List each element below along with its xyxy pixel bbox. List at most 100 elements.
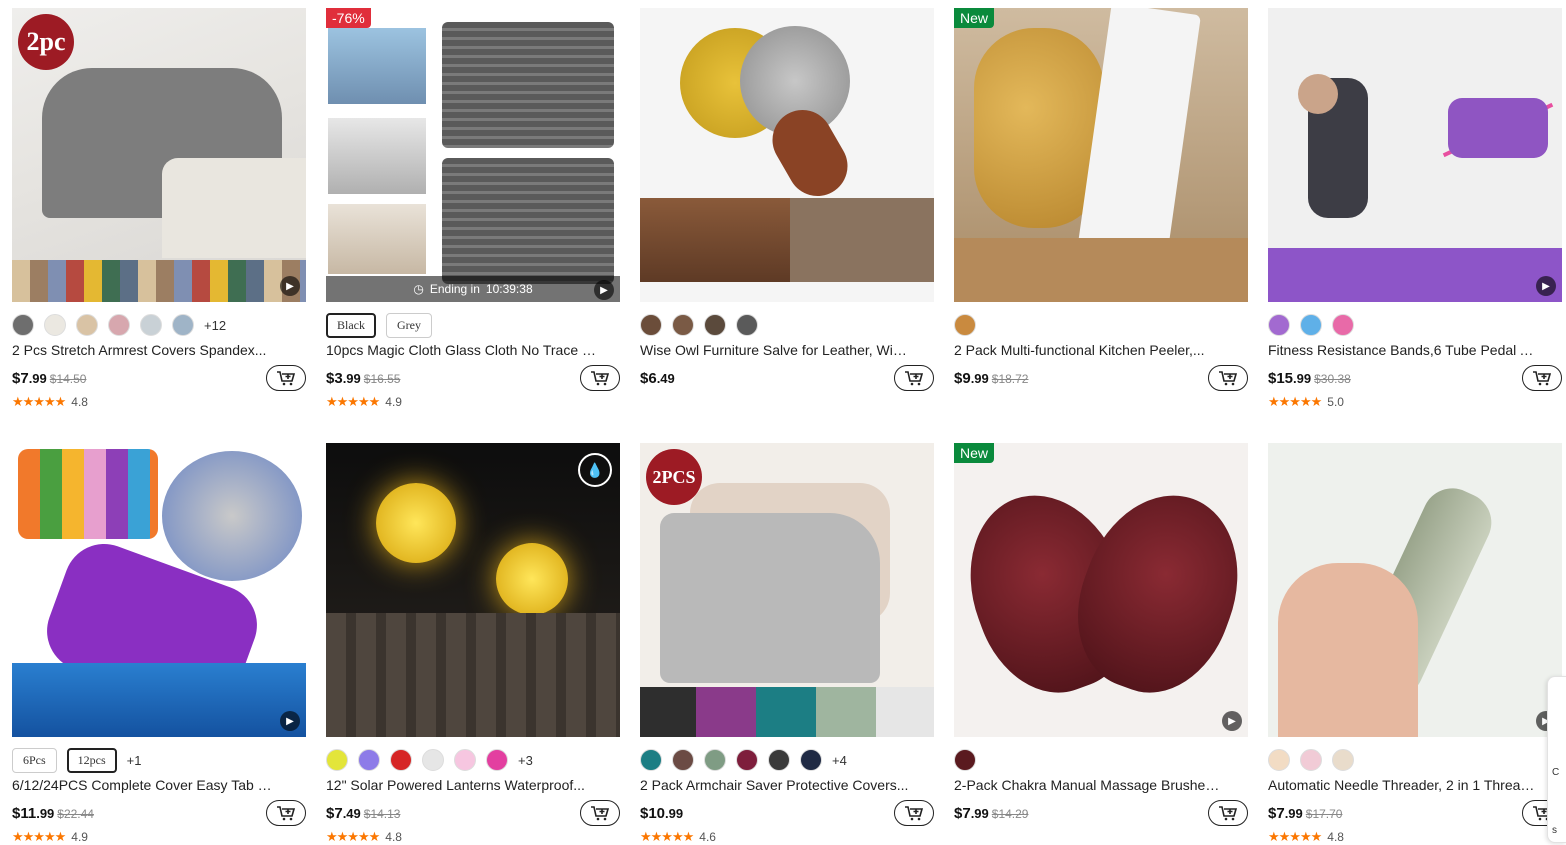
play-icon[interactable]: ▶ [594, 280, 614, 300]
color-swatch[interactable] [672, 314, 694, 336]
variant-chip-black[interactable]: Black [326, 312, 376, 338]
play-icon[interactable]: ▶ [1222, 711, 1242, 731]
more-options-count[interactable]: +12 [204, 318, 226, 333]
color-swatches: +3 [326, 745, 620, 775]
color-swatch[interactable] [172, 314, 194, 336]
color-swatch[interactable] [704, 749, 726, 771]
color-swatches [954, 745, 1248, 775]
product-image[interactable]: -76% ◷ Ending in 10:39:38 ▶ [326, 8, 620, 302]
color-swatch[interactable] [76, 314, 98, 336]
more-options-count[interactable]: +4 [832, 753, 847, 768]
color-swatch[interactable] [140, 314, 162, 336]
color-swatch[interactable] [704, 314, 726, 336]
color-swatch[interactable] [800, 749, 822, 771]
countdown-bar: ◷ Ending in 10:39:38 [326, 276, 620, 302]
product-title[interactable]: Automatic Needle Threader, 2 in 1 Thread… [1268, 777, 1538, 793]
add-to-cart-button[interactable] [580, 365, 620, 391]
color-swatches [640, 310, 934, 340]
product-card[interactable]: New ▶ 2-Pack Chakra Manual Massage Brush… [954, 443, 1248, 827]
color-swatch[interactable] [326, 749, 348, 771]
product-title[interactable]: Fitness Resistance Bands,6 Tube Pedal An… [1268, 342, 1538, 358]
color-swatch[interactable] [108, 314, 130, 336]
color-swatch[interactable] [672, 749, 694, 771]
color-swatch[interactable] [640, 749, 662, 771]
color-swatch[interactable] [736, 314, 758, 336]
add-to-cart-button[interactable] [1208, 800, 1248, 826]
more-options-count[interactable]: +1 [127, 753, 142, 768]
color-swatches [1268, 310, 1562, 340]
product-image[interactable]: New [954, 8, 1248, 302]
color-swatch[interactable] [768, 749, 790, 771]
add-to-cart-button[interactable] [266, 800, 306, 826]
product-card[interactable]: 2PCS +4 2 Pack Armchair Saver Protective… [640, 443, 934, 845]
product-card[interactable]: New 2 Pack Multi-functional Kitchen Peel… [954, 8, 1248, 392]
original-price: $16.55 [363, 371, 401, 386]
variant-chip-6pcs[interactable]: 6Pcs [12, 747, 57, 773]
product-image[interactable]: New ▶ [954, 443, 1248, 737]
color-swatch[interactable] [954, 314, 976, 336]
price: $7.49 $14.13 [326, 804, 401, 822]
color-swatch[interactable] [422, 749, 444, 771]
product-image[interactable]: ▶ [1268, 443, 1562, 737]
product-image[interactable]: ▶ [1268, 8, 1562, 302]
add-to-cart-button[interactable] [1522, 365, 1562, 391]
product-title[interactable]: Wise Owl Furniture Salve for Leather, Wi… [640, 342, 910, 358]
color-swatch[interactable] [1332, 314, 1354, 336]
product-title[interactable]: 2 Pcs Stretch Armrest Covers Spandex... [12, 342, 282, 358]
product-title[interactable]: 2-Pack Chakra Manual Massage Brushes –..… [954, 777, 1224, 793]
product-image[interactable]: 2PCS [640, 443, 934, 737]
product-title[interactable]: 12" Solar Powered Lanterns Waterproof... [326, 777, 596, 793]
product-image[interactable] [640, 8, 934, 302]
add-to-cart-button[interactable] [894, 800, 934, 826]
floating-side-widget[interactable]: C s [1547, 676, 1566, 843]
color-swatches [1268, 745, 1562, 775]
color-swatch[interactable] [1268, 314, 1290, 336]
color-swatch[interactable] [736, 749, 758, 771]
variant-chip-grey[interactable]: Grey [386, 312, 432, 338]
product-card[interactable]: ▶ Fitness Resistance Bands,6 Tube Pedal … [1268, 8, 1562, 410]
product-card[interactable]: 💧 +3 12" Solar Powered Lanterns Waterpro… [326, 443, 620, 845]
product-image[interactable]: 💧 [326, 443, 620, 737]
color-swatches: +12 [12, 310, 306, 340]
color-swatch[interactable] [1332, 749, 1354, 771]
product-card[interactable]: 2pc ▶ +12 2 Pcs Stretch Armrest Covers S… [12, 8, 306, 410]
play-icon[interactable]: ▶ [280, 711, 300, 731]
add-to-cart-button[interactable] [1208, 365, 1248, 391]
play-icon[interactable]: ▶ [1536, 276, 1556, 296]
color-swatch[interactable] [1268, 749, 1290, 771]
product-card[interactable]: ▶ Automatic Needle Threader, 2 in 1 Thre… [1268, 443, 1562, 845]
product-title[interactable]: 2 Pack Multi-functional Kitchen Peeler,.… [954, 342, 1224, 358]
color-swatch[interactable] [1300, 749, 1322, 771]
clock-icon: ◷ [413, 282, 424, 296]
color-swatch[interactable] [44, 314, 66, 336]
product-image[interactable]: ▶ [12, 443, 306, 737]
color-swatch[interactable] [12, 314, 34, 336]
original-price: $14.13 [363, 806, 401, 821]
add-to-cart-button[interactable] [580, 800, 620, 826]
rating: ★★★★★ 4.9 [326, 394, 402, 409]
price: $6.49 [640, 369, 675, 387]
more-options-count[interactable]: +3 [518, 753, 533, 768]
add-to-cart-button[interactable] [266, 365, 306, 391]
color-swatch[interactable] [454, 749, 476, 771]
color-swatch[interactable] [1300, 314, 1322, 336]
play-icon[interactable]: ▶ [280, 276, 300, 296]
color-swatch[interactable] [640, 314, 662, 336]
product-card[interactable]: Wise Owl Furniture Salve for Leather, Wi… [640, 8, 934, 392]
product-title[interactable]: 2 Pack Armchair Saver Protective Covers.… [640, 777, 910, 793]
product-card[interactable]: ▶ 6Pcs 12pcs +1 6/12/24PCS Complete Cove… [12, 443, 306, 845]
cart-icon [277, 806, 296, 821]
color-swatch[interactable] [390, 749, 412, 771]
price: $7.99 $14.50 [12, 369, 87, 387]
color-swatch[interactable] [954, 749, 976, 771]
product-image[interactable]: 2pc ▶ [12, 8, 306, 302]
variant-chip-12pcs[interactable]: 12pcs [66, 747, 117, 773]
product-title[interactable]: 10pcs Magic Cloth Glass Cloth No Trace N… [326, 342, 596, 358]
add-to-cart-button[interactable] [894, 365, 934, 391]
product-card[interactable]: -76% ◷ Ending in 10:39:38 ▶ Black Grey 10p… [326, 8, 620, 410]
variant-chips: 6Pcs 12pcs +1 [12, 745, 306, 775]
color-swatch[interactable] [486, 749, 508, 771]
product-title[interactable]: 6/12/24PCS Complete Cover Easy Tab Ope..… [12, 777, 282, 793]
price: $15.99 $30.38 [1268, 369, 1351, 387]
color-swatch[interactable] [358, 749, 380, 771]
